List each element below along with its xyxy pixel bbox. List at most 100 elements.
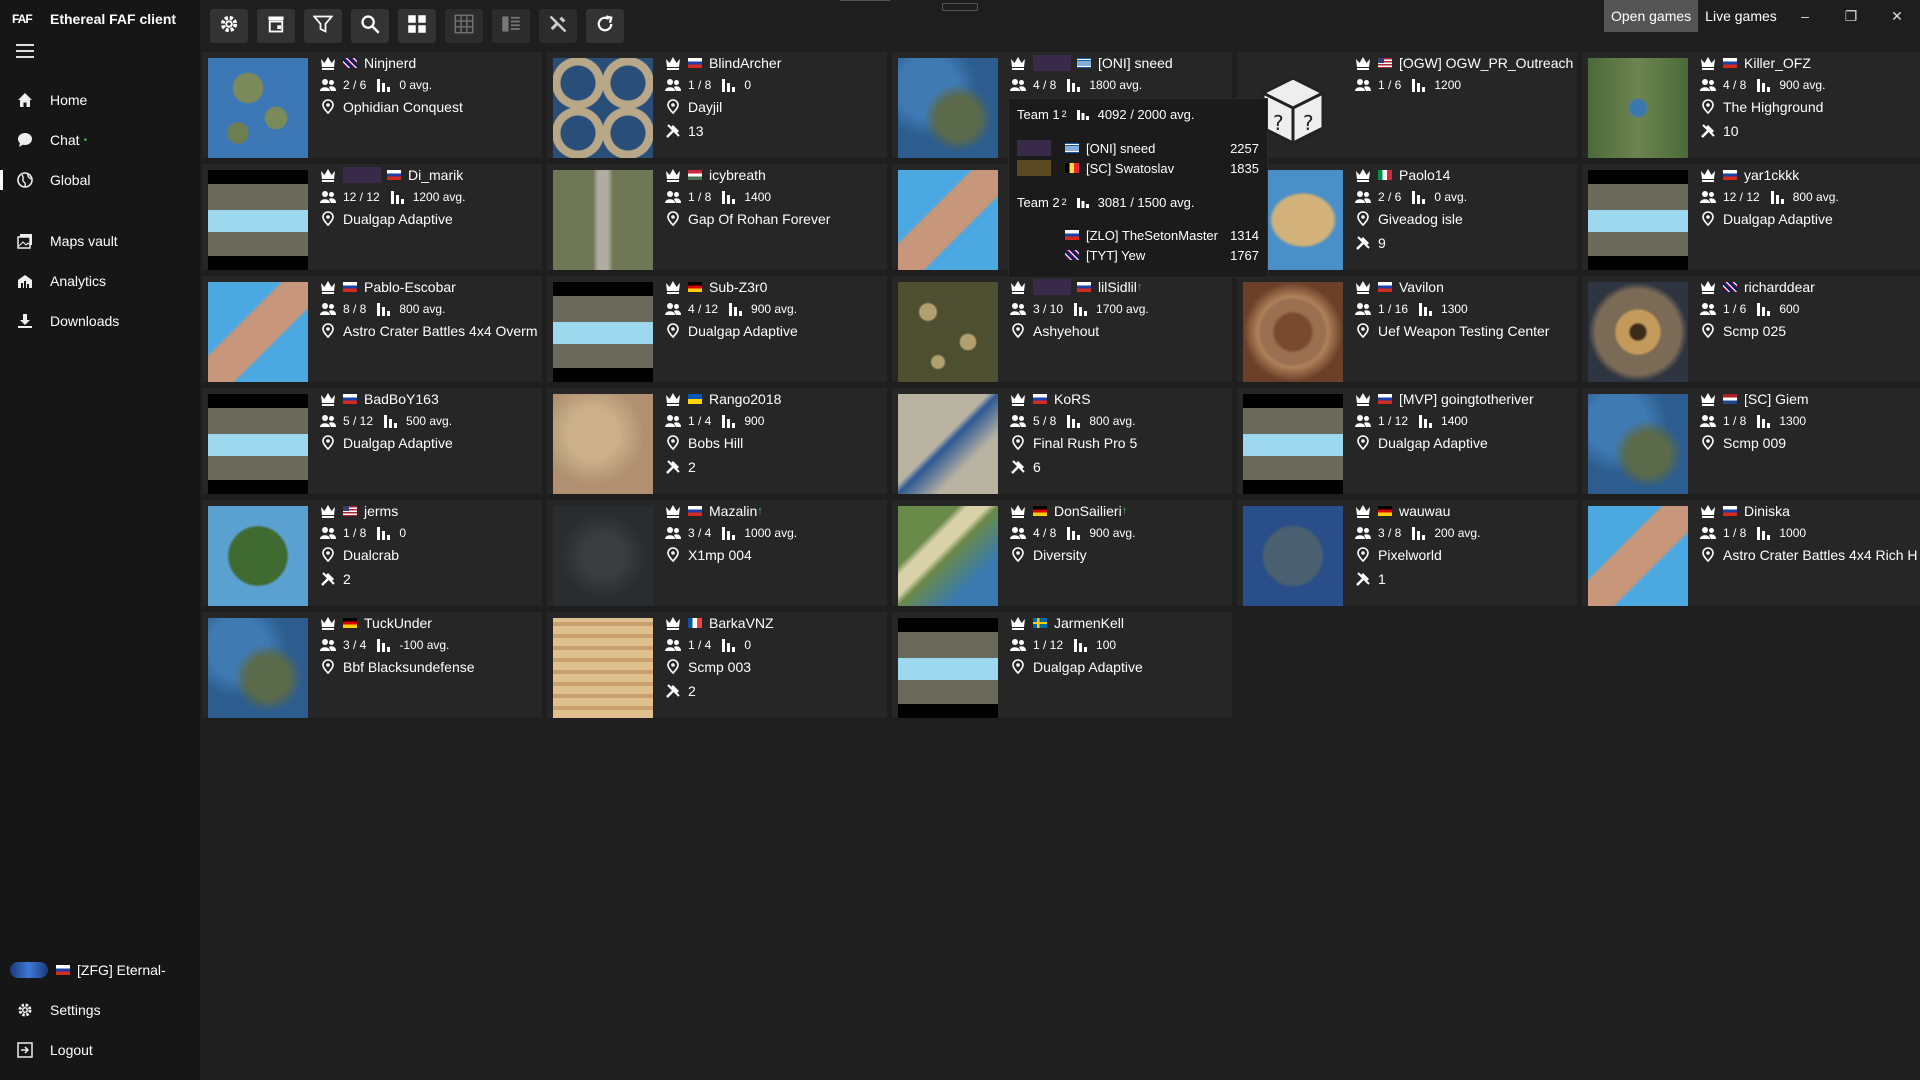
player-count: 1 / 12 [1033,638,1064,652]
nav-global[interactable]: Global [0,162,200,198]
game-card[interactable]: wauwau 3 / 8 200 avg. Pixelworld 1 [1237,500,1577,606]
mods-count: 2 [688,683,696,699]
game-card[interactable]: ?? [OGW] OGW_PR_Outreach 1 / 6 1200 [1237,52,1577,158]
players-icon [320,413,336,429]
rating-value: -100 avg. [399,638,450,652]
rating-value: 1800 avg. [1089,78,1143,92]
store-button[interactable] [257,9,295,43]
rating-up-arrow: ↑ [757,505,763,517]
tiles-view-button[interactable] [398,9,436,43]
team-2-header: Team 22 3081 / 1500 avg. [1017,194,1195,210]
map-line: Ophidian Conquest [320,98,463,116]
gr-flag-icon [1077,58,1091,68]
crown-icon [320,279,336,295]
nav-logout[interactable]: Logout [0,1032,200,1068]
grid-view-button[interactable] [445,9,483,43]
settings-button[interactable] [210,9,248,43]
map-thumbnail [208,58,308,158]
fr-flag-icon [688,618,702,628]
nav-chat[interactable]: Chat • [0,122,200,158]
map-line: Dualgap Adaptive [1010,658,1143,676]
nav-maps-vault[interactable]: Maps vault [0,223,200,259]
crown-icon [665,55,681,71]
rating-icon [1066,413,1082,429]
game-card[interactable]: Vavilon 1 / 16 1300 Uef Weapon Testing Cent… [1237,276,1577,382]
game-card[interactable]: Pablo-Escobar 8 / 8 800 avg. Astro Crater B… [202,276,542,382]
map-line: Astro Crater Battles 4x4 Overm [320,322,538,340]
menu-icon[interactable] [16,44,34,58]
game-card[interactable]: lilSidlil ↑ 3 / 10 1700 avg. Ashyehout [892,276,1232,382]
tab-live-games[interactable]: Live games [1698,0,1784,32]
rating-icon [1418,301,1434,317]
crown-icon [320,615,336,631]
nav-settings[interactable]: Settings [0,992,200,1028]
ru-flag-icon [1723,506,1737,516]
game-card[interactable]: DonSailieri ↑ 4 / 8 900 avg. Diversity [892,500,1232,606]
game-card[interactable]: JarmenKell 1 / 12 100 Dualgap Adaptive [892,612,1232,718]
map-line: Giveadog isle [1355,210,1463,228]
map-thumbnail [898,618,998,718]
nav-downloads[interactable]: Downloads [0,303,200,339]
rating-value: 0 [399,526,407,540]
nav-analytics[interactable]: Analytics [0,263,200,299]
game-card[interactable]: yar1ckkk 12 / 12 800 avg. Dualgap Adaptive [1582,164,1920,270]
rating-icon [376,77,392,93]
mods-icon [1355,571,1371,587]
search-button[interactable] [351,9,389,43]
map-thumbnail [553,394,653,494]
game-card[interactable]: BlindArcher 1 / 8 0 Dayjil 13 [547,52,887,158]
app-title-text: Ethereal FAF client [50,11,177,27]
host-line: Paolo14 [1355,166,1450,184]
filter-icon [312,14,334,39]
players-icon [1355,413,1371,429]
crown-icon [1700,279,1716,295]
game-card[interactable]: jerms 1 / 8 0 Dualcrab 2 [202,500,542,606]
map-thumbnail [208,394,308,494]
minimize-button[interactable]: – [1782,0,1828,32]
rating-value: 200 avg. [1434,526,1481,540]
game-card[interactable]: [MVP] goingtotheriver 1 / 12 1400 Dualgap A… [1237,388,1577,494]
nl-flag-icon [1723,394,1737,404]
refresh-button[interactable] [586,9,624,43]
tools-button[interactable] [539,9,577,43]
game-card[interactable]: BadBoY163 5 / 12 500 avg. Dualgap Adaptive [202,388,542,494]
game-card[interactable]: Sub-Z3r0 4 / 12 900 avg. Dualgap Adaptive [547,276,887,382]
game-card[interactable]: Diniska 1 / 8 1000 Astro Crater Battles 4x4… [1582,500,1920,606]
game-card[interactable]: BarkaVNZ 1 / 4 0 Scmp 003 2 [547,612,887,718]
game-card[interactable]: icybreath 1 / 8 1400 Gap Of Rohan Forever [547,164,887,270]
game-card[interactable]: TuckUnder 3 / 4 -100 avg. Bbf Blacksundefen… [202,612,542,718]
rating-value: 1300 [1779,414,1807,428]
game-card[interactable]: Mazalin ↑ 3 / 4 1000 avg. X1mp 004 [547,500,887,606]
game-card[interactable]: Ninjnerd 2 / 6 0 avg. Ophidian Conquest [202,52,542,158]
svg-text:?: ? [1303,111,1314,135]
game-card[interactable]: Killer_OFZ 4 / 8 900 avg. The Highground 10 [1582,52,1920,158]
mods-line: 6 [1010,458,1041,476]
host-line: Diniska [1700,502,1790,520]
game-card[interactable]: richarddear 1 / 6 600 Scmp 025 [1582,276,1920,382]
tab-open-games[interactable]: Open games [1604,0,1699,32]
host-line: Rango2018 [665,390,781,408]
nav-home[interactable]: Home [0,82,200,118]
game-card[interactable]: Di_marik 12 / 12 1200 avg. Dualgap Adaptive [202,164,542,270]
team-tooltip: Team 12 4092 / 2000 avg. [ONI] sneed 2257… [1008,98,1268,278]
game-card[interactable]: [SC] Giem 1 / 8 1300 Scmp 009 [1582,388,1920,494]
filter-button[interactable] [304,9,342,43]
crown-icon [1010,55,1026,71]
map-line: Pixelworld [1355,546,1442,564]
game-card[interactable]: Rango2018 1 / 4 900 Bobs Hill 2 [547,388,887,494]
drag-handle[interactable] [942,3,978,11]
list-view-button[interactable] [492,9,530,43]
current-user[interactable]: [ZFG] Eternal- [10,958,166,982]
stats-line: 1 / 8 1400 [665,188,771,206]
host-name: Diniska [1744,503,1790,519]
rating-icon [1756,413,1772,429]
rating-icon [1756,525,1772,541]
mods-line: 9 [1355,234,1386,252]
game-card[interactable]: Paolo14 2 / 6 0 avg. Giveadog isle 9 [1237,164,1577,270]
game-card[interactable]: KoRS 5 / 8 800 avg. Final Rush Pro 5 6 [892,388,1232,494]
player-count: 1 / 8 [688,190,712,204]
location-pin-icon [320,211,336,227]
mods-count: 1 [1378,571,1386,587]
restore-button[interactable]: ❐ [1828,0,1874,32]
close-button[interactable]: ✕ [1874,0,1920,32]
